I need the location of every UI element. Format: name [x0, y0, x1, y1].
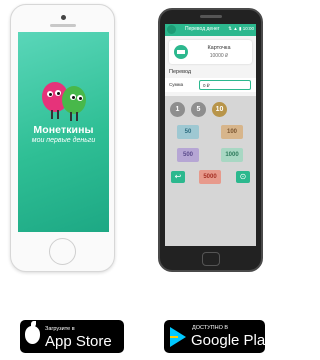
note-50[interactable]: 50 [177, 125, 199, 139]
iphone-mockup: Монеткины мои первые деньги [10, 4, 115, 272]
status-bar: ⇅ ▲ ▮ 10:00 [228, 26, 254, 31]
amount-label: Сумма [169, 82, 184, 87]
google-play-small-label: ДОСТУПНО В [192, 325, 229, 331]
card-summary[interactable]: Карточка 10000 ₽ [169, 40, 252, 64]
coin-10[interactable]: 10 [212, 102, 227, 117]
app-tagline: мои первые деньги [31, 137, 96, 144]
google-play-badge[interactable]: ДОСТУПНО В Google Play [164, 320, 273, 353]
leg-icon [57, 110, 59, 119]
transfer-screen: Перевод денег ⇅ ▲ ▮ 10:00 Карточка 10000… [165, 24, 256, 246]
note-500[interactable]: 500 [177, 148, 199, 162]
note-5000[interactable]: 5000 [199, 170, 221, 184]
app-store-badge[interactable]: Загрузите в App Store [20, 320, 124, 353]
card-icon [174, 45, 188, 59]
earpiece [50, 24, 76, 27]
home-button [49, 238, 76, 265]
eye-icon [47, 91, 53, 97]
money-tray: 1 5 10 50 100 500 1000 ↩ 5000 ⊙ [165, 96, 256, 246]
coin-5[interactable]: 5 [191, 102, 206, 117]
leg-icon [70, 112, 72, 121]
card-name: Карточка [207, 45, 231, 51]
coin-1[interactable]: 1 [170, 102, 185, 117]
google-play-label: Google Play [191, 332, 273, 349]
header-title: Перевод денег [185, 26, 220, 32]
leg-icon [76, 112, 78, 121]
ios-splash-screen: Монеткины мои первые деньги [18, 32, 109, 232]
leg-icon [51, 110, 53, 119]
android-mockup: Перевод денег ⇅ ▲ ▮ 10:00 Карточка 10000… [158, 8, 263, 272]
eye-icon [55, 90, 61, 96]
app-promo: Монеткины мои первые деньги Перевод дене… [0, 0, 273, 360]
amount-field[interactable]: 0 ₽ [199, 80, 251, 90]
note-1000[interactable]: 1000 [221, 148, 243, 162]
eye-icon [77, 95, 83, 101]
note-100[interactable]: 100 [221, 125, 243, 139]
earpiece [200, 15, 222, 18]
app-title: Монеткины [33, 124, 94, 136]
google-play-logo-icon [170, 327, 186, 347]
back-arrow-icon[interactable] [167, 25, 176, 34]
green-mascot-icon [62, 86, 86, 121]
home-button [202, 252, 220, 266]
back-button[interactable]: ↩ [171, 171, 185, 183]
app-store-small-label: Загрузите в [45, 326, 75, 332]
eye-icon [70, 94, 76, 100]
section-label: Перевод [169, 69, 192, 75]
apple-logo-icon [25, 321, 40, 344]
front-camera [61, 15, 66, 20]
app-store-label: App Store [45, 333, 112, 350]
card-balance: 10000 ₽ [209, 53, 229, 59]
amount-row: Сумма 0 ₽ [165, 78, 256, 92]
confirm-button[interactable]: ⊙ [236, 171, 250, 183]
app-header: Перевод денег ⇅ ▲ ▮ 10:00 [165, 24, 256, 36]
